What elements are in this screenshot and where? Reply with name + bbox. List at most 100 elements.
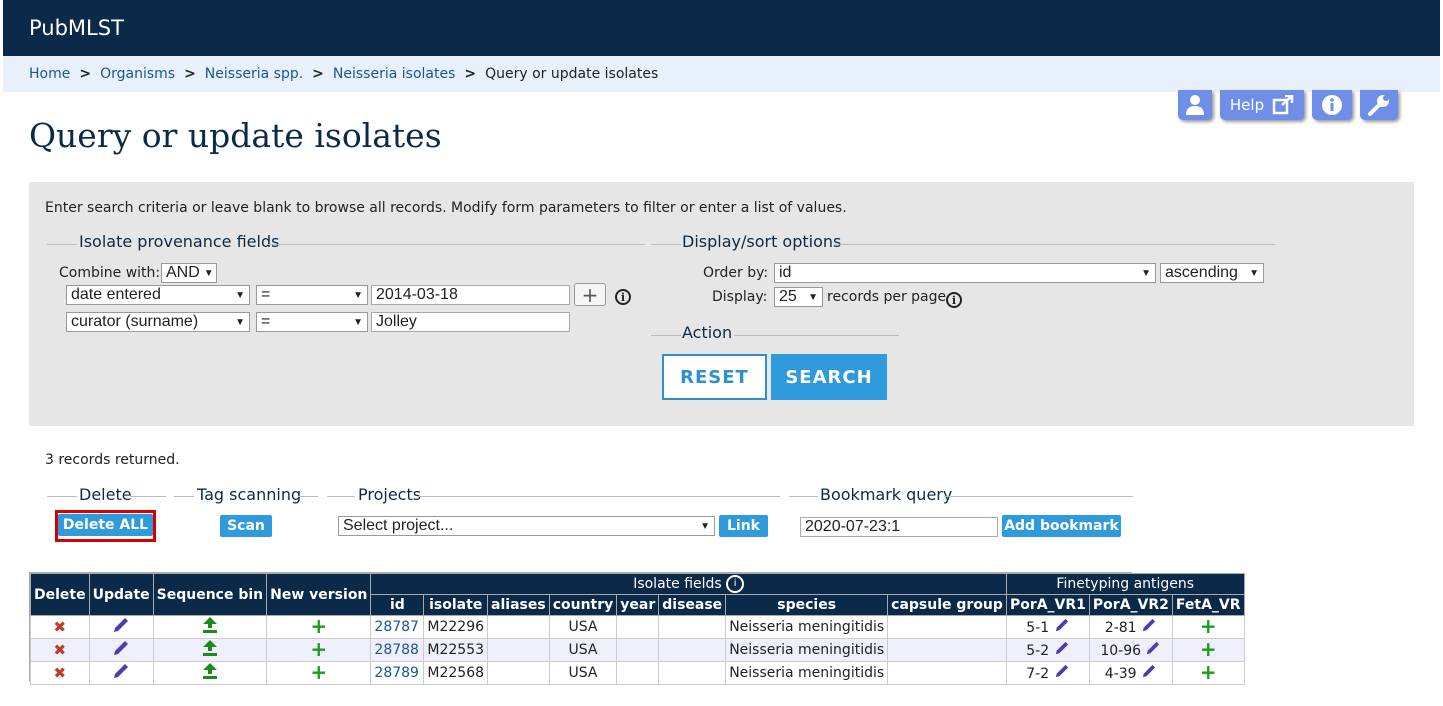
new-version-button[interactable]: + [266,661,372,685]
field-select-1[interactable]: date entered ▼ [66,285,250,305]
breadcrumb-neisseria-spp[interactable]: Neisseria spp. [205,66,303,82]
scan-button[interactable]: Scan [220,515,272,537]
records-per-page-select[interactable]: 25 ▼ [774,287,823,307]
plus-icon: + [310,613,328,638]
isolate-id-link[interactable]: 28788 [374,642,419,658]
top-bar: PubMLST [3,0,1440,56]
info-button[interactable] [1312,90,1352,120]
link-button[interactable]: Link [719,515,768,537]
col-update: Update [88,573,154,616]
pora-vr1-cell: 5-1 [1005,615,1090,639]
chevron-down-icon: ▼ [353,316,363,328]
order-by-select[interactable]: id ▼ [774,263,1156,283]
table-row: ✖ + 28789 M22568 USA Neisseria meningiti… [30,659,1245,685]
country-cell: USA [548,638,618,662]
search-button[interactable]: SEARCH [771,354,887,400]
delete-row-button[interactable]: ✖ [30,615,90,639]
col-year[interactable]: year [616,594,660,616]
upload-icon [202,640,217,656]
highlight-frame [55,510,156,542]
upload-icon [202,617,217,633]
delete-row-button[interactable]: ✖ [30,661,90,685]
table-row: ✖ + 28787 M22296 USA Neisseria meningiti… [30,613,1245,639]
bookmark-input[interactable]: 2020-07-23:1 [800,517,998,537]
combine-select[interactable]: AND ▼ [161,263,217,283]
feta-vr-add-button[interactable]: + [1171,615,1245,639]
breadcrumb-organisms[interactable]: Organisms [100,66,175,82]
update-row-button[interactable] [88,638,154,662]
site-title[interactable]: PubMLST [29,16,124,40]
feta-vr-add-button[interactable]: + [1171,659,1245,685]
add-row-button[interactable]: + [574,283,606,307]
table-row: ✖ + 28788 M22553 USA Neisseria meningiti… [30,638,1245,662]
chevron-down-icon: ▼ [1249,267,1259,279]
pencil-icon[interactable] [1054,664,1070,678]
col-aliases[interactable]: aliases [487,594,550,616]
col-id[interactable]: id [370,594,425,616]
add-bookmark-button[interactable]: Add bookmark [1002,515,1121,537]
reset-button[interactable]: RESET [662,354,767,400]
info-icon[interactable]: i [946,292,962,308]
isolate-id-link[interactable]: 28789 [374,665,419,681]
sort-direction-select[interactable]: ascending ▼ [1160,263,1264,283]
col-species[interactable]: species [725,594,889,616]
update-row-button[interactable] [88,615,154,639]
col-pora-vr2[interactable]: PorA_VR2 [1088,594,1173,616]
pora-vr1-cell: 7-2 [1005,661,1090,685]
info-icon[interactable]: i [615,289,631,305]
icon-toolbar: Help [1178,90,1406,120]
update-row-button[interactable] [88,661,154,685]
results-table: Delete Update Sequence bin New version I… [30,573,1245,685]
pencil-icon[interactable] [1145,641,1161,655]
new-version-button[interactable]: + [266,638,372,662]
delete-row-button[interactable]: ✖ [30,638,90,662]
pencil-icon [114,618,129,632]
new-version-button[interactable]: + [266,613,372,639]
pencil-icon[interactable] [1054,618,1070,632]
projects-legend: Projects [358,485,422,504]
col-country[interactable]: country [548,594,618,616]
operator-select-2[interactable]: = ▼ [256,312,368,332]
breadcrumb-separator: > [184,66,196,82]
value-input-1[interactable]: 2014-03-18 [371,285,570,305]
fieldset-line [651,335,681,336]
sequence-bin-upload-button[interactable] [152,615,268,639]
operator-select-1[interactable]: = ▼ [256,285,368,305]
chevron-down-icon: ▼ [700,520,710,532]
order-by-label: Order by: [703,265,769,281]
col-capsule-group[interactable]: capsule group [887,594,1007,616]
fieldset-line [651,244,681,245]
pencil-icon[interactable] [1141,618,1157,632]
project-select[interactable]: Select project... ▼ [338,516,715,536]
upload-icon [202,663,217,679]
external-link-icon [1272,95,1294,115]
admin-button[interactable] [1360,90,1398,120]
col-pora-vr1[interactable]: PorA_VR1 [1005,594,1090,616]
pencil-icon[interactable] [1054,641,1070,655]
sequence-bin-upload-button[interactable] [152,661,268,685]
fieldset-line [47,244,77,245]
value-input-2[interactable]: Jolley [371,312,570,332]
col-isolate[interactable]: isolate [423,594,489,616]
sequence-bin-upload-button[interactable] [152,638,268,662]
breadcrumb-neisseria-isolates[interactable]: Neisseria isolates [333,66,455,82]
col-feta-vr[interactable]: FetA_VR [1171,594,1245,616]
pencil-icon[interactable] [1141,664,1157,678]
breadcrumb-separator: > [79,66,92,82]
field-select-2[interactable]: curator (surname) ▼ [66,312,250,332]
combine-label: Combine with: [59,265,161,281]
breadcrumb-home[interactable]: Home [29,66,70,82]
user-button[interactable] [1178,90,1212,120]
chevron-down-icon: ▼ [235,289,245,301]
info-icon[interactable]: i [726,575,745,593]
feta-vr-add-button[interactable]: + [1171,638,1245,662]
species-cell: Neisseria meningitidis [725,615,889,639]
isolate-id-link[interactable]: 28787 [374,619,419,635]
help-button[interactable]: Help [1220,90,1304,120]
plus-icon: + [1199,659,1217,684]
col-disease[interactable]: disease [658,594,727,616]
aliases-cell [487,615,550,639]
year-cell [616,615,660,639]
fieldset-line [130,496,166,497]
breadcrumb-separator: > [464,66,477,82]
